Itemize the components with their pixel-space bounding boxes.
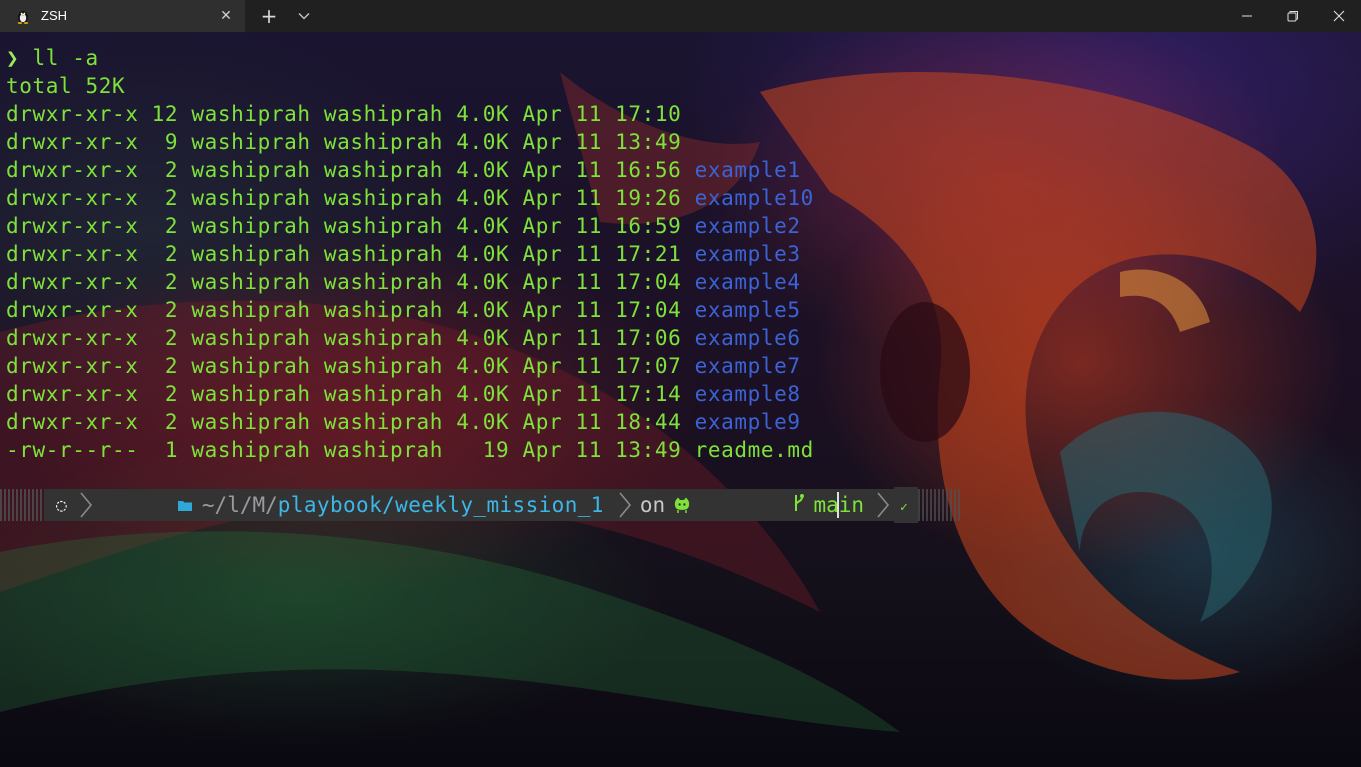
listing-row: drwxr-xr-x 2 washiprah washiprah 4.0K Ap… [6, 184, 814, 212]
directory-name: example3 [694, 242, 801, 266]
ubuntu-icon: ◌ [44, 489, 75, 521]
directory-name: example8 [694, 382, 801, 406]
directory-name: example9 [694, 410, 801, 434]
terminal-pane[interactable]: ❯ ll -a total 52K drwxr-xr-x 12 washipra… [0, 32, 1361, 767]
listing-row: drwxr-xr-x 2 washiprah washiprah 4.0K Ap… [6, 212, 814, 240]
text-cursor [837, 492, 839, 518]
prompt-fade-right [917, 489, 960, 521]
directory-name: example7 [694, 354, 801, 378]
listing-row: drwxr-xr-x 2 washiprah washiprah 4.0K Ap… [6, 352, 814, 380]
listing-meta: drwxr-xr-x 2 washiprah washiprah 4.0K Ap… [6, 158, 682, 182]
listing-row: drwxr-xr-x 2 washiprah washiprah 4.0K Ap… [6, 408, 814, 436]
prompt-fade-left [0, 489, 44, 521]
new-tab-button[interactable]: + [258, 4, 280, 28]
chevron-right-icon [872, 489, 895, 521]
branch-name: main [813, 493, 872, 517]
listing-row: drwxr-xr-x 2 washiprah washiprah 4.0K Ap… [6, 156, 814, 184]
listing-row: drwxr-xr-x 12 washiprah washiprah 4.0K A… [6, 100, 814, 128]
tab-zsh[interactable]: ZSH ✕ [0, 0, 245, 32]
listing-meta: drwxr-xr-x 2 washiprah washiprah 4.0K Ap… [6, 326, 682, 350]
directory-name: example2 [694, 214, 801, 238]
listing-row: drwxr-xr-x 2 washiprah washiprah 4.0K Ap… [6, 268, 814, 296]
prompt-arrow-icon: ❯ [6, 46, 20, 70]
listing-row: drwxr-xr-x 2 washiprah washiprah 4.0K Ap… [6, 240, 814, 268]
path-segment: ~/l/M/playbook/weekly_mission_1 [96, 489, 614, 521]
directory-name: example6 [694, 326, 801, 350]
listing-row: -rw-r--r-- 1 washiprah washiprah 19 Apr … [6, 436, 814, 464]
listing-meta: drwxr-xr-x 2 washiprah washiprah 4.0K Ap… [6, 354, 682, 378]
listing-meta: drwxr-xr-x 2 washiprah washiprah 4.0K Ap… [6, 410, 682, 434]
listing-meta: drwxr-xr-x 2 washiprah washiprah 4.0K Ap… [6, 214, 682, 238]
restore-icon [1287, 11, 1298, 22]
git-branch-icon [697, 469, 805, 542]
listing-meta: -rw-r--r-- 1 washiprah washiprah 19 Apr … [6, 438, 682, 462]
path-current: playbook/weekly_mission_1 [277, 493, 604, 517]
linux-tux-icon [17, 11, 29, 24]
prompt-bar: ◌ ~/l/M/playbook/weekly_mission_1 on ✓ [0, 487, 960, 523]
chevron-right-icon [613, 489, 636, 521]
listing-meta: drwxr-xr-x 2 washiprah washiprah 4.0K Ap… [6, 186, 682, 210]
listing-row: drwxr-xr-x 2 washiprah washiprah 4.0K Ap… [6, 324, 814, 352]
github-icon [675, 497, 690, 513]
listing-meta: drwxr-xr-x 2 washiprah washiprah 4.0K Ap… [6, 382, 682, 406]
listing-row: drwxr-xr-x 9 washiprah washiprah 4.0K Ap… [6, 128, 814, 156]
terminal-output: ❯ ll -a total 52K drwxr-xr-x 12 washipra… [6, 44, 814, 464]
chevron-down-icon [298, 13, 310, 20]
listing-meta: drwxr-xr-x 2 washiprah washiprah 4.0K Ap… [6, 298, 682, 322]
minimize-button[interactable] [1224, 0, 1270, 32]
listing-row: drwxr-xr-x 2 washiprah washiprah 4.0K Ap… [6, 296, 814, 324]
close-icon [1333, 10, 1345, 22]
title-bar: ZSH ✕ + [0, 0, 1361, 32]
check-icon: ✓ [894, 487, 918, 523]
folder-icon [101, 477, 192, 534]
listing-meta: drwxr-xr-x 2 washiprah washiprah 4.0K Ap… [6, 242, 682, 266]
directory-name: example10 [694, 186, 814, 210]
listing-meta: drwxr-xr-x 12 washiprah washiprah 4.0K A… [6, 102, 682, 126]
directory-name: example1 [694, 158, 801, 182]
new-tab-dropdown-button[interactable] [294, 6, 314, 26]
chevron-right-icon [74, 489, 97, 521]
directory-name: example4 [694, 270, 801, 294]
path-prefix: ~/l/M/ [201, 493, 278, 517]
listing: drwxr-xr-x 12 washiprah washiprah 4.0K A… [6, 100, 814, 464]
listing-meta: drwxr-xr-x 2 washiprah washiprah 4.0K Ap… [6, 270, 682, 294]
tab-title: ZSH [41, 8, 67, 23]
close-window-button[interactable] [1316, 0, 1361, 32]
total-line: total 52K [6, 74, 126, 98]
file-name: readme.md [694, 438, 814, 462]
on-label: on [639, 493, 666, 517]
listing-meta: drwxr-xr-x 9 washiprah washiprah 4.0K Ap… [6, 130, 682, 154]
command-text: ll -a [32, 46, 99, 70]
close-tab-button[interactable]: ✕ [218, 8, 234, 24]
minimize-icon [1242, 15, 1252, 17]
directory-name: example5 [694, 298, 801, 322]
restore-button[interactable] [1270, 0, 1316, 32]
listing-row: drwxr-xr-x 2 washiprah washiprah 4.0K Ap… [6, 380, 814, 408]
command-line: ❯ ll -a [6, 44, 814, 72]
